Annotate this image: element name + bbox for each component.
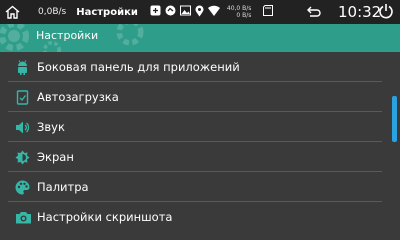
list-item-autostart[interactable]: Автозагрузка: [0, 82, 400, 112]
app-icon: [165, 5, 176, 19]
list-item-label: Настройки скриншота: [37, 210, 173, 224]
sdcard-icon: [263, 5, 274, 19]
home-icon[interactable]: [0, 0, 24, 24]
autostart-icon: [16, 90, 29, 105]
list-item-label: Автозагрузка: [37, 90, 119, 104]
app-bar: Настройки: [0, 24, 400, 52]
gear-icon: [116, 24, 144, 46]
status-bar: 0,0B/s Настройки 40,0 B/s 0 B/s 10:32: [0, 0, 400, 24]
usb-icon: [150, 5, 161, 19]
status-title: Настройки: [76, 6, 138, 18]
camera-icon: [16, 212, 31, 224]
image-icon: [179, 5, 191, 19]
scrollbar[interactable]: [392, 96, 397, 142]
brightness-icon: [15, 150, 30, 165]
net-up: 40,0 B/s: [226, 5, 252, 12]
list-item-label: Палитра: [37, 180, 89, 194]
list-item-side-panel[interactable]: Боковая панель для приложений: [0, 52, 400, 82]
net-speed-readout: 40,0 B/s 0 B/s: [227, 5, 252, 19]
clock: 10:32: [338, 3, 382, 21]
back-icon[interactable]: [306, 3, 322, 22]
list-item-label: Экран: [37, 150, 74, 164]
wifi-icon: [207, 5, 220, 19]
location-icon: [195, 5, 204, 20]
list-item-sound[interactable]: Звук: [0, 112, 400, 142]
power-icon[interactable]: [378, 3, 394, 22]
settings-list: Боковая панель для приложений Автозагруз…: [0, 52, 400, 232]
list-item-palette[interactable]: Палитра: [0, 172, 400, 202]
network-speed: 0,0B/s: [38, 7, 67, 17]
page-title: Настройки: [36, 29, 99, 42]
list-item-label: Боковая панель для приложений: [37, 60, 240, 74]
speaker-icon: [16, 121, 30, 134]
list-item-screenshot-settings[interactable]: Настройки скриншота: [0, 202, 400, 232]
list-item-screen[interactable]: Экран: [0, 142, 400, 172]
android-icon: [18, 60, 27, 75]
gear-icon: [0, 24, 29, 51]
list-item-label: Звук: [37, 120, 65, 134]
palette-icon: [15, 180, 30, 195]
notification-icons: 40,0 B/s 0 B/s: [150, 5, 274, 20]
net-down: 0 B/s: [236, 12, 252, 19]
